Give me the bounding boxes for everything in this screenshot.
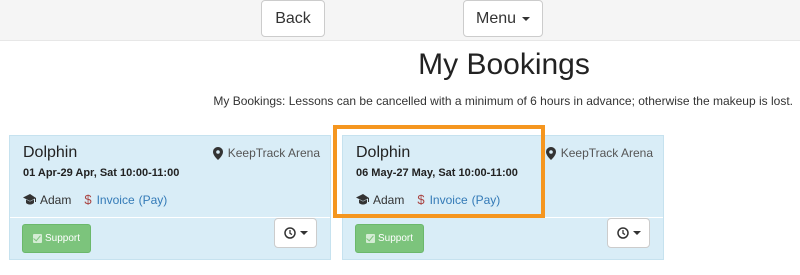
caret-down-icon — [299, 231, 308, 235]
pay-link[interactable]: (Pay) — [139, 193, 168, 207]
actions-dropdown-button[interactable] — [274, 218, 317, 248]
invoice-link[interactable]: Invoice — [97, 193, 135, 207]
menu-button[interactable]: Menu — [463, 0, 543, 37]
support-button[interactable]: Support — [355, 224, 424, 253]
actions-dropdown-button[interactable] — [607, 218, 650, 248]
booking-meta: Adam $ Invoice (Pay) — [356, 192, 500, 207]
caret-down-icon — [522, 16, 531, 21]
booking-meta: Adam $ Invoice (Pay) — [23, 192, 167, 207]
check-icon — [365, 234, 375, 243]
booking-card: Dolphin KeepTrack Arena 06 May-27 May, S… — [342, 135, 664, 260]
booking-dates: 06 May-27 May, Sat 10:00-11:00 — [356, 167, 518, 179]
graduation-cap-icon — [23, 194, 36, 205]
back-button[interactable]: Back — [261, 0, 325, 37]
support-label: Support — [44, 233, 81, 244]
top-navbar: Back Menu — [0, 0, 800, 41]
booking-card-footer: Support — [343, 217, 663, 261]
dollar-icon: $ — [417, 192, 425, 207]
location: KeepTrack Arena — [545, 146, 653, 160]
map-marker-icon — [212, 146, 223, 160]
teacher: Adam — [356, 193, 404, 207]
booking-card-footer: Support — [10, 217, 330, 261]
booking-card-body: Dolphin KeepTrack Arena 06 May-27 May, S… — [343, 136, 663, 217]
teacher-name: Adam — [373, 192, 405, 207]
booking-card: Dolphin KeepTrack Arena 01 Apr-29 Apr, S… — [9, 135, 331, 260]
pay-link[interactable]: (Pay) — [472, 193, 501, 207]
support-label: Support — [377, 233, 414, 244]
graduation-cap-icon — [356, 194, 369, 205]
invoice-link[interactable]: Invoice — [430, 193, 468, 207]
location-label: KeepTrack Arena — [227, 146, 320, 160]
lesson-name: Dolphin — [356, 144, 411, 161]
clock-icon — [283, 227, 296, 239]
location-label: KeepTrack Arena — [560, 146, 653, 160]
dollar-icon: $ — [84, 192, 92, 207]
map-marker-icon — [545, 146, 556, 160]
page-title: My Bookings — [418, 48, 590, 81]
support-button[interactable]: Support — [22, 224, 91, 253]
clock-icon — [616, 227, 629, 239]
check-icon — [32, 234, 42, 243]
teacher-name: Adam — [40, 192, 72, 207]
cancellation-note: My Bookings: Lessons can be cancelled wi… — [213, 94, 793, 108]
menu-button-label: Menu — [475, 9, 517, 27]
booking-card-body: Dolphin KeepTrack Arena 01 Apr-29 Apr, S… — [10, 136, 330, 217]
caret-down-icon — [632, 231, 641, 235]
location: KeepTrack Arena — [212, 146, 320, 160]
teacher: Adam — [23, 193, 71, 207]
booking-dates: 01 Apr-29 Apr, Sat 10:00-11:00 — [23, 167, 180, 179]
lesson-name: Dolphin — [23, 144, 78, 161]
